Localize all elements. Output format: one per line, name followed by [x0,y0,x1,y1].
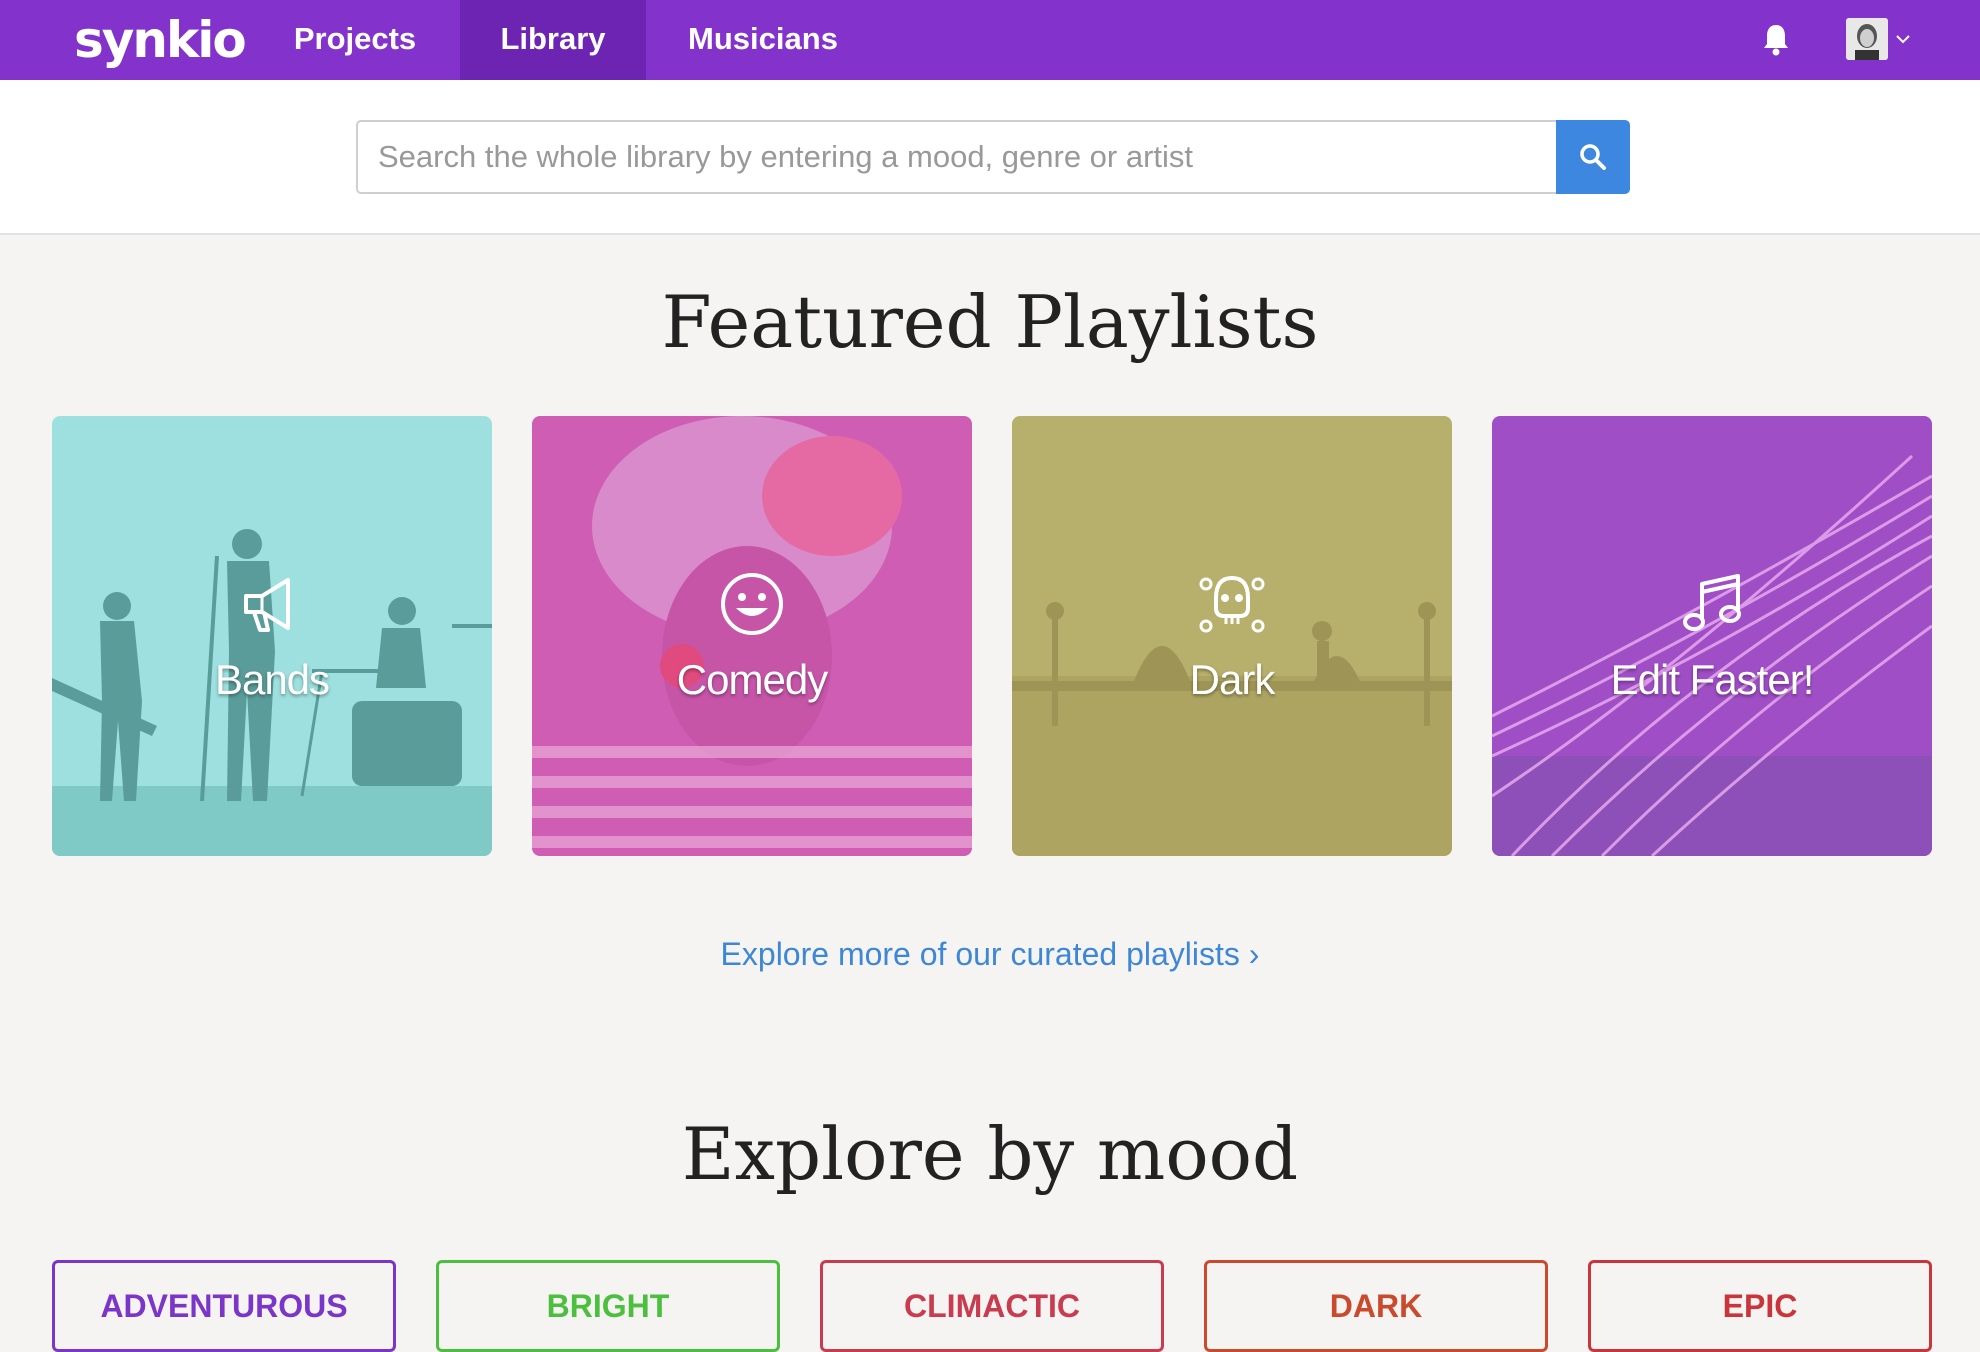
synkio-logo[interactable]: synkio [74,10,247,70]
explore-curated-playlists-link[interactable]: Explore more of our curated playlists › [0,936,1980,973]
bell-icon[interactable] [1760,22,1792,58]
mood-epic-button[interactable]: EPIC [1588,1260,1932,1352]
playlist-card-edit-faster[interactable]: Edit Faster! [1492,416,1932,856]
playlist-label: Comedy [676,656,828,703]
playlist-label: Edit Faster! [1610,656,1815,703]
nav-projects[interactable]: Projects [258,0,452,80]
mood-bright-button[interactable]: BRIGHT [436,1260,780,1352]
playlist-card-comedy[interactable]: Comedy [532,416,972,856]
skull-crossbones-icon [1199,575,1265,633]
mood-dark-button[interactable]: DARK [1204,1260,1548,1352]
featured-playlists-title: Featured Playlists [661,280,1319,364]
search-icon [1580,144,1606,170]
nav-musicians[interactable]: Musicians [652,0,874,80]
playlist-label: Bands [214,656,330,703]
mood-adventurous-button[interactable]: ADVENTUROUS [52,1260,396,1352]
music-note-icon [1683,574,1741,631]
search-bar-section [0,80,1980,235]
mood-climactic-button[interactable]: CLIMACTIC [820,1260,1164,1352]
megaphone-icon [244,578,290,632]
nav-library[interactable]: Library [460,0,646,80]
search-button[interactable] [1556,120,1630,194]
chevron-down-icon[interactable] [1894,30,1912,48]
search-input[interactable] [356,120,1558,194]
playlist-card-dark[interactable]: Dark [1012,416,1452,856]
explore-by-mood-title: Explore by mood [681,1112,1299,1196]
playlist-card-bands[interactable]: Bands [52,416,492,856]
top-navbar: synkio Projects Library Musicians [0,0,1980,80]
smiley-icon [721,573,783,635]
playlist-label: Dark [1189,656,1276,703]
user-avatar[interactable] [1846,18,1888,60]
